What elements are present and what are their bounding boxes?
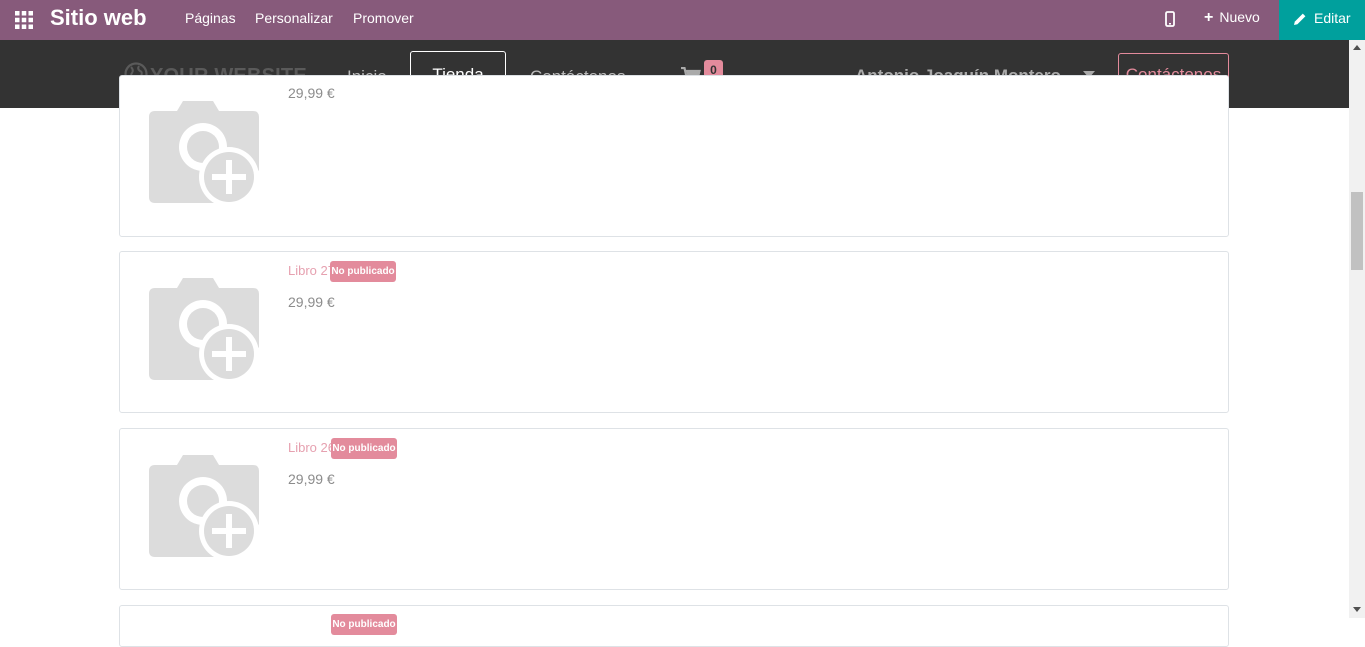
admin-topbar: Sitio web Páginas Personalizar Promover … — [0, 0, 1365, 40]
camera-plus-icon — [149, 278, 259, 384]
app-title[interactable]: Sitio web — [50, 5, 147, 31]
product-card[interactable]: Libro 26 No publicado 29,99 € — [119, 428, 1229, 590]
menu-personalizar[interactable]: Personalizar — [255, 10, 333, 26]
unpublished-badge: No publicado — [330, 261, 396, 282]
product-price: 29,99 € — [288, 294, 335, 310]
product-card[interactable]: No publicado — [119, 605, 1229, 647]
product-card[interactable]: 29,99 € — [119, 75, 1229, 237]
scroll-up-arrow[interactable] — [1353, 45, 1361, 50]
plus-icon: + — [1204, 9, 1214, 26]
product-card[interactable]: Libro 27 No publicado 29,99 € — [119, 251, 1229, 413]
scroll-thumb[interactable] — [1351, 192, 1363, 270]
menu-paginas[interactable]: Páginas — [185, 10, 236, 26]
product-price: 29,99 € — [288, 85, 335, 101]
menu-promover[interactable]: Promover — [353, 10, 414, 26]
unpublished-badge: No publicado — [331, 614, 397, 635]
pencil-icon — [1294, 13, 1306, 25]
camera-plus-icon — [149, 455, 259, 561]
grid-icon[interactable] — [15, 11, 33, 29]
new-label: Nuevo — [1219, 9, 1260, 25]
page-scrollbar[interactable] — [1349, 40, 1365, 618]
camera-plus-icon — [149, 101, 259, 207]
scroll-down-arrow[interactable] — [1353, 607, 1361, 612]
product-name-link[interactable]: Libro 26 — [288, 440, 335, 455]
new-button[interactable]: + Nuevo — [1204, 9, 1260, 27]
edit-button[interactable]: Editar — [1279, 0, 1365, 40]
unpublished-badge: No publicado — [331, 438, 397, 459]
product-name-link[interactable]: Libro 27 — [288, 263, 335, 278]
product-price: 29,99 € — [288, 471, 335, 487]
mobile-icon[interactable] — [1165, 11, 1175, 27]
edit-label: Editar — [1314, 10, 1351, 26]
